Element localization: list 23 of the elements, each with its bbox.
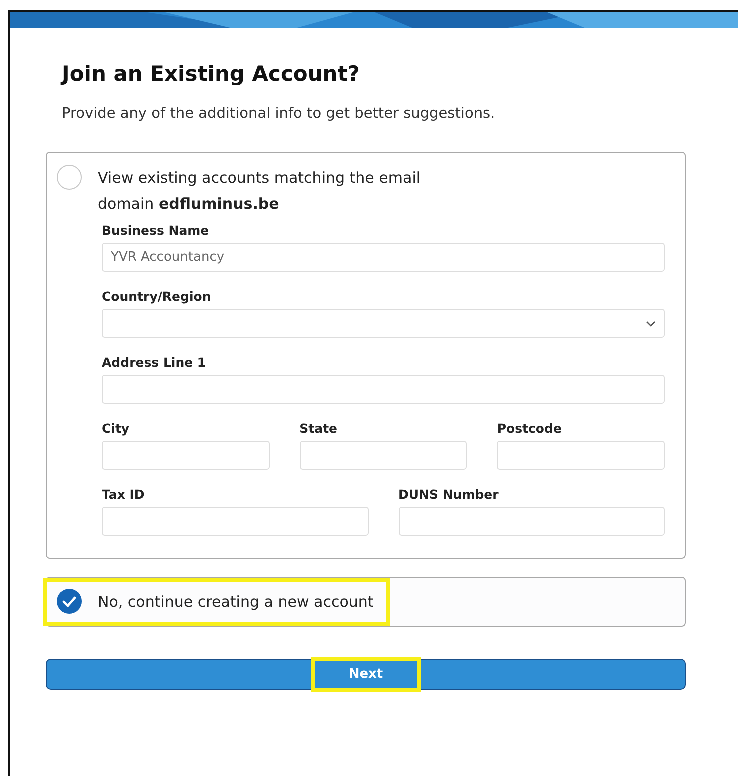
dropdown-field[interactable] bbox=[102, 309, 665, 338]
input-field[interactable] bbox=[102, 375, 665, 404]
input-field[interactable] bbox=[300, 441, 468, 470]
input-field[interactable]: YVR Accountancy bbox=[102, 243, 665, 272]
option-label[interactable]: View existing accounts matching the email domain edfluminus.be bbox=[98, 165, 458, 217]
input-field[interactable] bbox=[102, 507, 368, 536]
input-field[interactable] bbox=[102, 441, 270, 470]
input-field[interactable] bbox=[398, 507, 665, 536]
field-label: DUNS Number bbox=[398, 487, 499, 502]
field-label: Country/Region bbox=[102, 289, 212, 304]
field-label: City bbox=[102, 421, 130, 436]
radio-button[interactable] bbox=[57, 165, 82, 190]
field-label: Postcode bbox=[497, 421, 562, 436]
field-label: Tax ID bbox=[102, 487, 145, 502]
next-button[interactable]: Next bbox=[311, 657, 421, 692]
radio-checked-icon[interactable] bbox=[57, 589, 82, 614]
field-label: Address Line 1 bbox=[102, 355, 206, 370]
chevron-down-icon bbox=[646, 320, 656, 326]
page-title: Join an Existing Account? bbox=[62, 62, 360, 86]
field-label: State bbox=[300, 421, 338, 436]
field-label: Business Name bbox=[102, 223, 210, 238]
input-field[interactable] bbox=[497, 441, 666, 470]
page-subtitle: Provide any of the additional info to get better suggestions. bbox=[62, 106, 496, 122]
